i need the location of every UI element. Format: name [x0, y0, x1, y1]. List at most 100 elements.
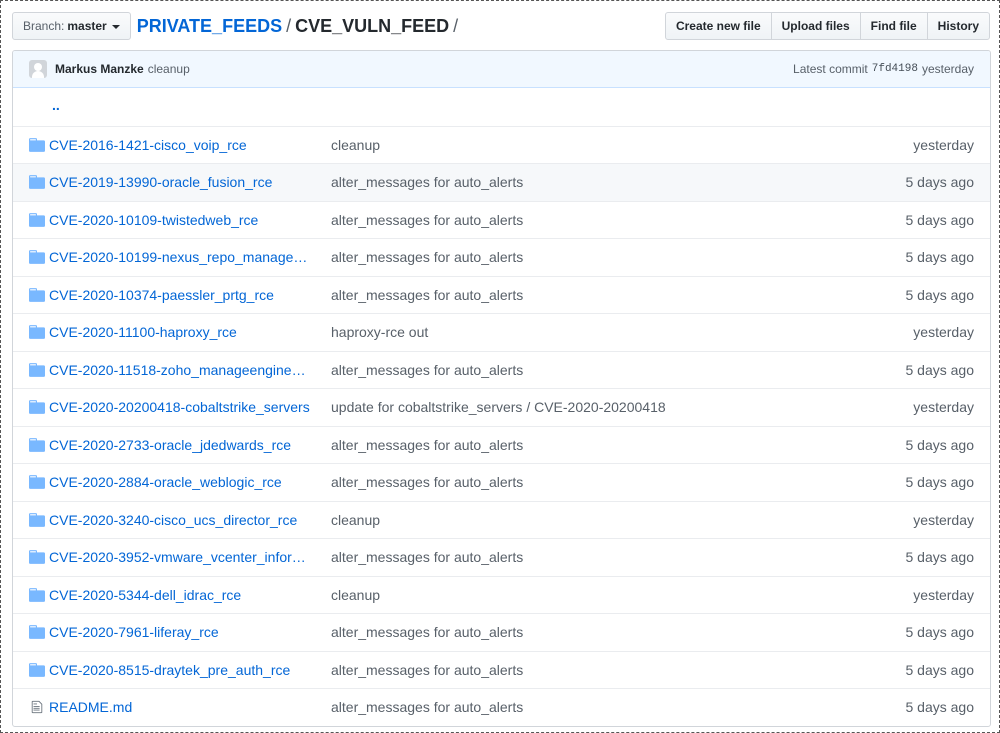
- file-name-link[interactable]: CVE-2020-3952-vmware_vcenter_infor…: [49, 549, 331, 565]
- file-age: 5 days ago: [905, 174, 975, 191]
- caret-down-icon: [111, 24, 120, 29]
- commit-sha[interactable]: 7fd4198: [872, 63, 918, 75]
- file-name-link[interactable]: CVE-2020-10374-paessler_prtg_rce: [49, 287, 331, 303]
- folder-icon: [29, 175, 45, 190]
- avatar[interactable]: [29, 60, 47, 78]
- file-row[interactable]: CVE-2020-2733-oracle_jdedwards_rce alter_…: [13, 425, 990, 464]
- folder-icon: [29, 325, 45, 340]
- file-name-link[interactable]: CVE-2019-13990-oracle_fusion_rce: [49, 174, 331, 190]
- upload-files-button[interactable]: Upload files: [770, 12, 861, 40]
- file-commit-message[interactable]: alter_messages for auto_alerts: [331, 174, 864, 190]
- file-commit-message[interactable]: alter_messages for auto_alerts: [331, 212, 864, 228]
- file-row[interactable]: CVE-2020-8515-draytek_pre_auth_rce alter_…: [13, 650, 990, 689]
- file-commit-message[interactable]: alter_messages for auto_alerts: [331, 662, 864, 678]
- folder-icon: [29, 587, 45, 602]
- file-age: yesterday: [913, 586, 974, 603]
- file-row[interactable]: CVE-2020-7961-liferay_rce alter_messages …: [13, 613, 990, 651]
- commit-author[interactable]: Markus Manzke: [55, 62, 144, 76]
- file-age: yesterday: [913, 399, 974, 416]
- file-name-link[interactable]: CVE-2020-2733-oracle_jdedwards_rce: [49, 437, 331, 453]
- file-commit-message[interactable]: alter_messages for auto_alerts: [331, 624, 864, 640]
- branch-name: master: [67, 19, 107, 33]
- file-commit-message[interactable]: cleanup: [331, 512, 864, 528]
- folder-icon: [29, 137, 45, 152]
- file-row[interactable]: CVE-2020-5344-dell_idrac_rce cleanup yeste…: [13, 575, 990, 614]
- breadcrumb-separator: /: [286, 15, 292, 36]
- file-age: 5 days ago: [905, 699, 975, 716]
- history-button[interactable]: History: [926, 12, 990, 40]
- file-name-link[interactable]: CVE-2020-11518-zoho_manageengine…: [49, 362, 331, 378]
- breadcrumb: PRIVATE_FEEDS / CVE_VULN_FEED /: [137, 16, 462, 37]
- file-name-link[interactable]: CVE-2020-5344-dell_idrac_rce: [49, 587, 331, 603]
- folder-icon: [29, 287, 45, 302]
- file-name-link[interactable]: README.md: [49, 699, 331, 715]
- parent-dir-link[interactable]: ..: [52, 97, 60, 113]
- file-age: 5 days ago: [905, 286, 975, 303]
- file-commit-message[interactable]: update for cobaltstrike_servers / CVE-20…: [331, 399, 864, 415]
- breadcrumb-separator: /: [453, 15, 459, 36]
- file-name-link[interactable]: CVE-2020-10109-twistedweb_rce: [49, 212, 331, 228]
- file-icon: [29, 700, 45, 714]
- file-commit-message[interactable]: alter_messages for auto_alerts: [331, 249, 864, 265]
- folder-icon: [29, 625, 45, 640]
- file-age: yesterday: [913, 324, 974, 341]
- file-navigation: Branch: master PRIVATE_FEEDS / CVE_VULN_…: [12, 12, 990, 40]
- file-name-link[interactable]: CVE-2020-3240-cisco_ucs_director_rce: [49, 512, 331, 528]
- folder-icon: [29, 662, 45, 677]
- file-commit-message[interactable]: alter_messages for auto_alerts: [331, 549, 864, 565]
- file-commit-message[interactable]: cleanup: [331, 137, 864, 153]
- folder-icon: [29, 400, 45, 415]
- file-age: yesterday: [913, 136, 974, 153]
- folder-icon: [29, 475, 45, 490]
- file-row[interactable]: CVE-2020-2884-oracle_weblogic_rce alter_m…: [13, 463, 990, 501]
- breadcrumb-repo-link[interactable]: PRIVATE_FEEDS: [137, 16, 282, 37]
- file-commit-message[interactable]: cleanup: [331, 587, 864, 603]
- breadcrumb-current-dir: CVE_VULN_FEED: [295, 15, 450, 36]
- folder-icon: [29, 550, 45, 565]
- commit-date: yesterday: [921, 62, 974, 76]
- create-new-file-button[interactable]: Create new file: [664, 12, 772, 40]
- file-row[interactable]: CVE-2020-10199-nexus_repo_manage… alter_m…: [13, 238, 990, 276]
- file-commit-message[interactable]: alter_messages for auto_alerts: [331, 287, 864, 303]
- file-commit-message[interactable]: alter_messages for auto_alerts: [331, 474, 864, 490]
- folder-icon: [29, 362, 45, 377]
- folder-icon: [29, 437, 45, 452]
- file-row[interactable]: CVE-2020-11518-zoho_manageengine… alter_m…: [13, 350, 990, 389]
- file-commit-message[interactable]: alter_messages for auto_alerts: [331, 699, 864, 715]
- file-name-link[interactable]: CVE-2020-20200418-cobaltstrike_servers: [49, 399, 331, 415]
- file-row[interactable]: CVE-2020-10374-paessler_prtg_rce alter_me…: [13, 275, 990, 314]
- file-row[interactable]: CVE-2020-20200418-cobaltstrike_servers up…: [13, 388, 990, 426]
- file-name-link[interactable]: CVE-2020-8515-draytek_pre_auth_rce: [49, 662, 331, 678]
- file-age: 5 days ago: [905, 661, 975, 678]
- folder-icon: [29, 512, 45, 527]
- file-age: 5 days ago: [905, 624, 975, 641]
- file-age: 5 days ago: [905, 474, 975, 491]
- file-commit-message[interactable]: alter_messages for auto_alerts: [331, 362, 864, 378]
- file-age: 5 days ago: [905, 436, 975, 453]
- file-row[interactable]: CVE-2020-3240-cisco_ucs_director_rce clea…: [13, 500, 990, 539]
- file-age: yesterday: [913, 511, 974, 528]
- file-row[interactable]: CVE-2020-3952-vmware_vcenter_infor… alter…: [13, 538, 990, 576]
- file-commit-message[interactable]: haproxy-rce out: [331, 324, 864, 340]
- file-row[interactable]: CVE-2016-1421-cisco_voip_rce cleanup yeste…: [13, 125, 990, 164]
- file-row[interactable]: CVE-2019-13990-oracle_fusion_rce alter_me…: [13, 163, 990, 201]
- file-name-link[interactable]: CVE-2020-11100-haproxy_rce: [49, 324, 331, 340]
- folder-icon: [29, 250, 45, 265]
- file-row[interactable]: README.md alter_messages for auto_alerts 5…: [13, 688, 990, 726]
- file-list-box: Markus Manzke cleanup Latest commit 7fd4…: [12, 50, 991, 727]
- file-row[interactable]: CVE-2020-10109-twistedweb_rce alter_messa…: [13, 200, 990, 239]
- file-name-link[interactable]: CVE-2020-7961-liferay_rce: [49, 624, 331, 640]
- file-name-link[interactable]: CVE-2020-10199-nexus_repo_manage…: [49, 249, 331, 265]
- branch-label: Branch:: [23, 19, 65, 33]
- file-commit-message[interactable]: alter_messages for auto_alerts: [331, 437, 864, 453]
- folder-icon: [29, 212, 45, 227]
- find-file-button[interactable]: Find file: [859, 12, 928, 40]
- commit-message[interactable]: cleanup: [148, 62, 190, 76]
- file-row[interactable]: CVE-2020-11100-haproxy_rce haproxy-rce ou…: [13, 313, 990, 351]
- branch-select-button[interactable]: Branch: master: [12, 12, 131, 40]
- file-name-link[interactable]: CVE-2016-1421-cisco_voip_rce: [49, 137, 331, 153]
- file-age: 5 days ago: [905, 211, 975, 228]
- latest-commit-bar: Markus Manzke cleanup Latest commit 7fd4…: [13, 51, 990, 88]
- file-name-link[interactable]: CVE-2020-2884-oracle_weblogic_rce: [49, 474, 331, 490]
- file-actions: Create new file Upload files Find file H…: [664, 12, 990, 40]
